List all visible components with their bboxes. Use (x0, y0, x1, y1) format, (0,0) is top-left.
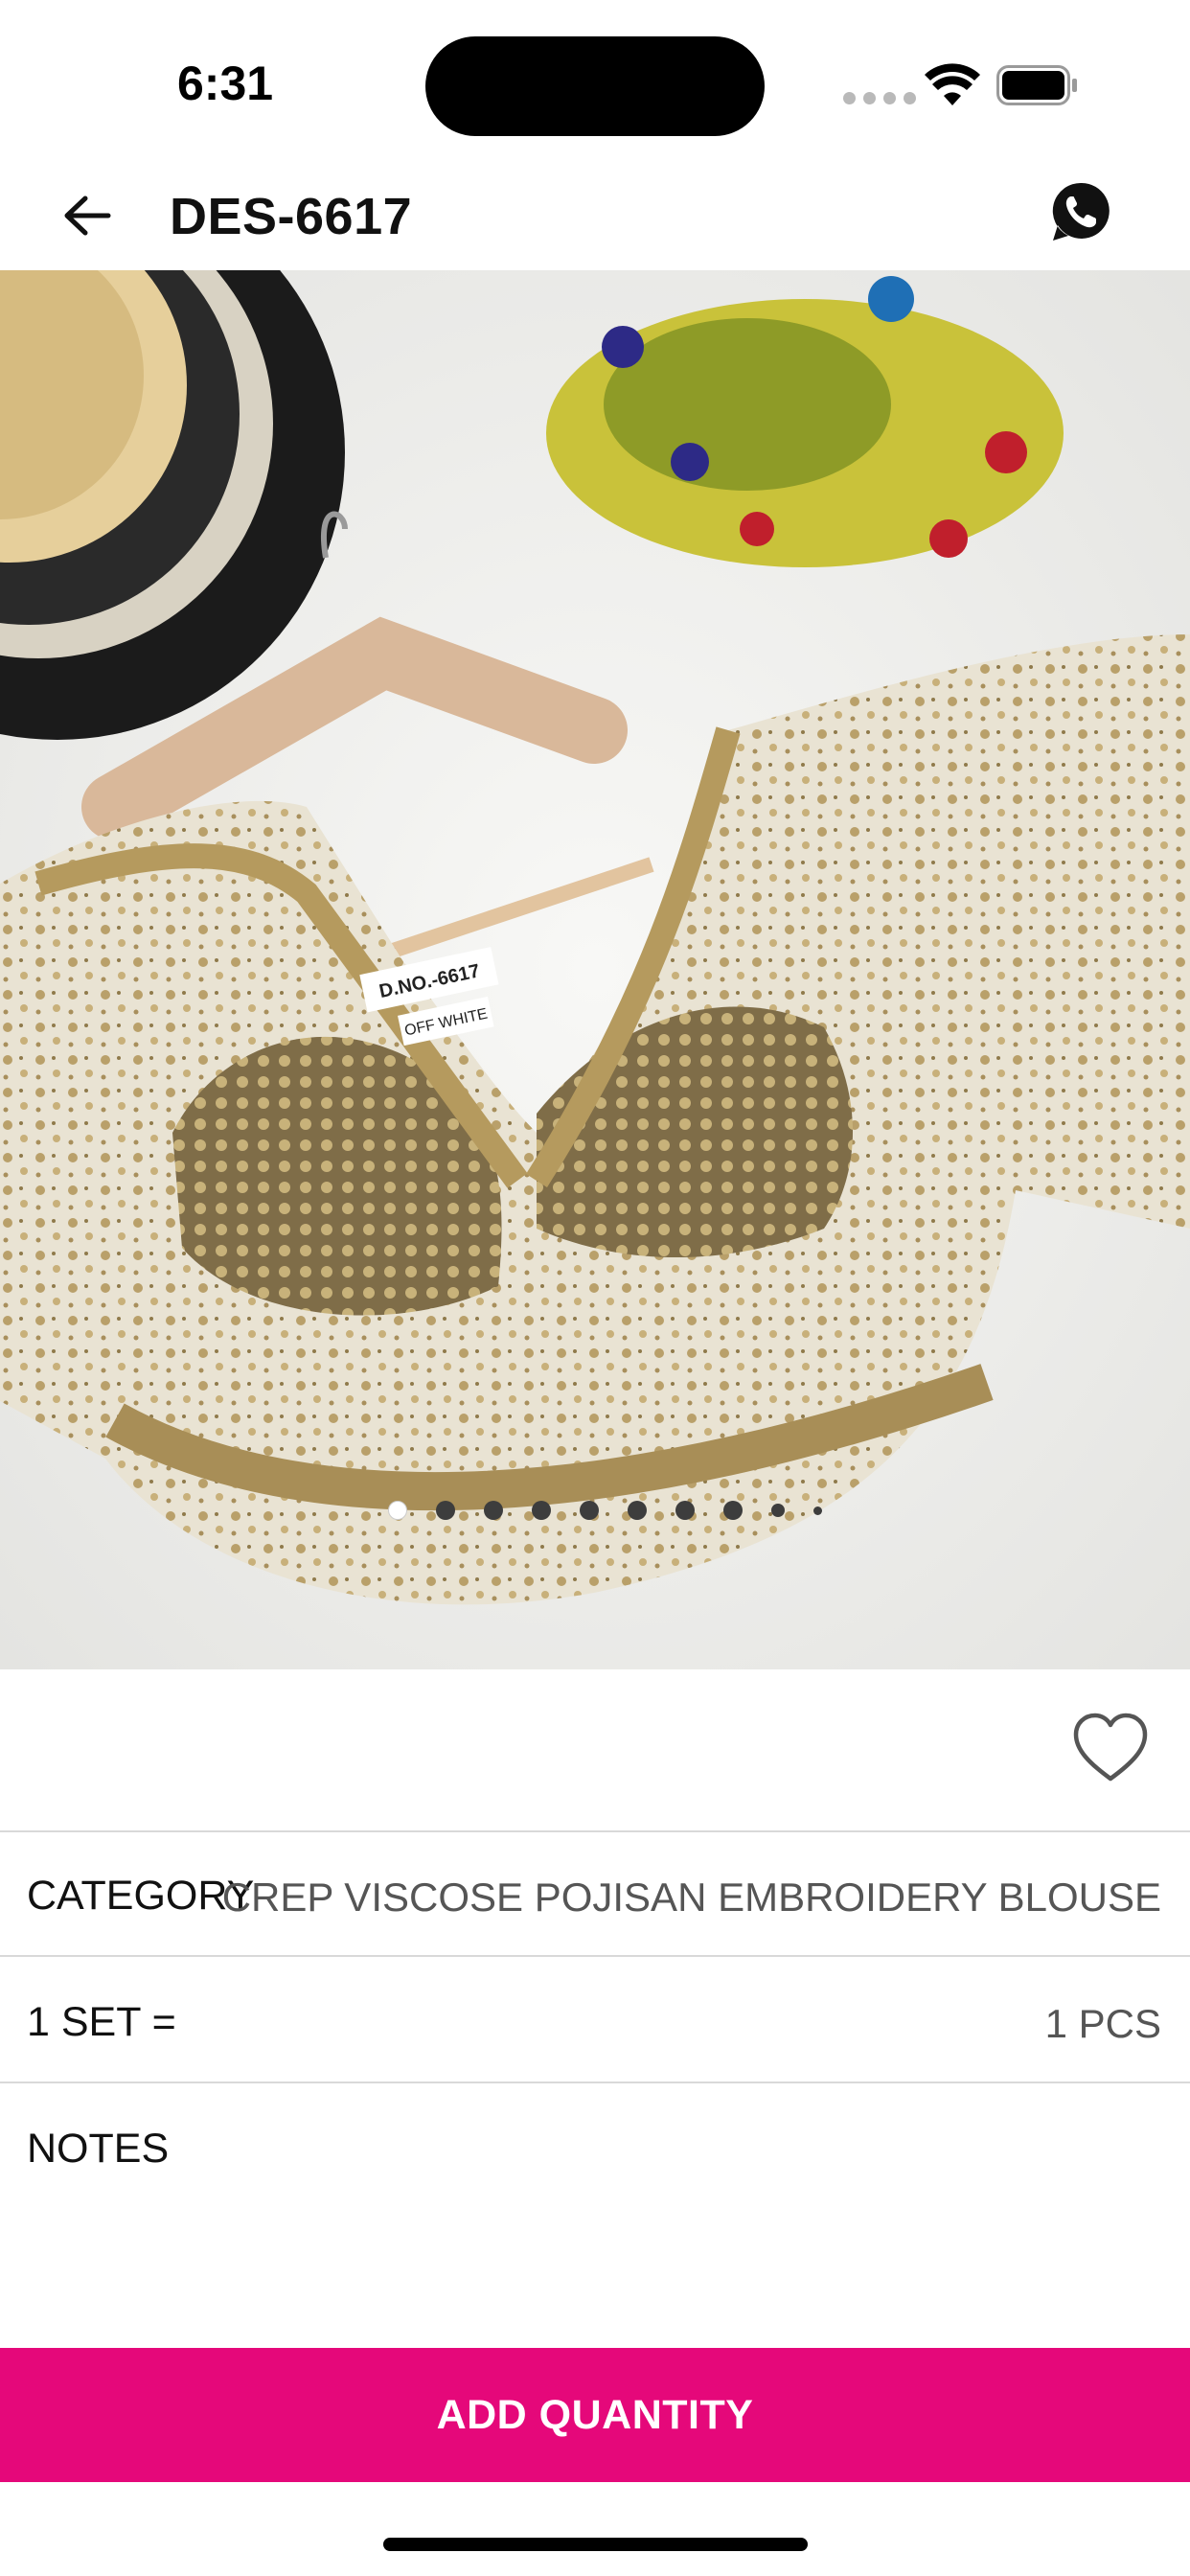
set-row: 1 SET = 1 PCS (0, 1959, 1190, 2083)
set-label: 1 SET = (27, 1999, 176, 2045)
cellular-signal-icon (843, 92, 916, 104)
heart-outline-icon[interactable] (1070, 1708, 1151, 1788)
pager-dot[interactable] (387, 1501, 407, 1520)
set-value: 1 PCS (1044, 2001, 1161, 2046)
product-photo: D.NO.-6617 OFF WHITE (0, 270, 1190, 1669)
status-bar: 6:31 (0, 0, 1190, 163)
dynamic-island (425, 36, 765, 136)
pager-dot[interactable] (722, 1501, 743, 1520)
wifi-icon (925, 63, 980, 105)
notes-label: NOTES (27, 2126, 170, 2172)
page-title: DES-6617 (170, 188, 413, 245)
status-time: 6:31 (177, 57, 274, 110)
battery-icon (996, 65, 1077, 105)
add-quantity-label: ADD QUANTITY (436, 2391, 754, 2438)
favorite-row (0, 1669, 1190, 1832)
pager-dot[interactable] (531, 1501, 551, 1520)
whatsapp-icon[interactable] (1050, 180, 1113, 243)
add-quantity-button[interactable]: ADD QUANTITY (0, 2348, 1190, 2482)
category-value: CREP VISCOSE POJISAN EMBROIDERY BLOUSE (221, 1874, 1161, 1920)
product-image[interactable]: D.NO.-6617 OFF WHITE (0, 270, 1190, 1669)
back-button[interactable] (54, 182, 121, 249)
pager-dot[interactable] (770, 1504, 785, 1517)
category-label: CATEGORY (27, 1873, 255, 1919)
image-pager[interactable] (0, 1501, 1190, 1520)
pager-dot[interactable] (675, 1501, 695, 1520)
category-row: CATEGORY CREP VISCOSE POJISAN EMBROIDERY… (0, 1832, 1190, 1957)
notes-section: NOTES (0, 2085, 1190, 2348)
pager-dot[interactable] (435, 1501, 455, 1520)
top-navigation-bar: DES-6617 (0, 163, 1190, 270)
pager-dot[interactable] (627, 1501, 647, 1520)
arrow-left-icon (64, 196, 111, 236)
pager-dot[interactable] (483, 1501, 503, 1520)
home-indicator[interactable] (383, 2538, 808, 2551)
product-detail-screen: 6:31 DES-6617 D.NO.-6617 OFF WHITE CATEG… (0, 0, 1190, 2576)
pager-dot[interactable] (579, 1501, 599, 1520)
pager-dot[interactable] (812, 1506, 822, 1515)
